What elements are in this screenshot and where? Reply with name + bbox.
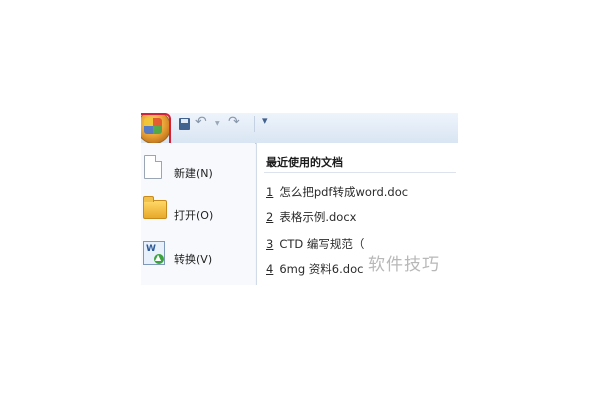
office-window-crop: ↶ ▼ ↷ ▾ 新建(N) 打开(O) W 转换(V) 最近使用的文档 1怎么把…: [141, 113, 458, 285]
save-icon[interactable]: [179, 118, 190, 130]
convert-icon: W: [143, 241, 165, 265]
up-arrow-icon: [154, 253, 164, 264]
redo-icon[interactable]: ↷: [228, 114, 240, 130]
recent-document-item[interactable]: 2 表格示例.docx: [266, 209, 356, 227]
recent-document-item[interactable]: 1 怎么把pdf转成word.doc: [266, 184, 408, 202]
menu-item-label: 转换(V): [174, 253, 213, 266]
menu-item-label: 打开(O): [174, 209, 214, 222]
undo-icon[interactable]: ↶: [195, 114, 207, 130]
divider: [264, 172, 456, 173]
menu-item-label: 新建(N): [174, 167, 213, 180]
quick-access-toolbar: ↶ ▼ ↷ ▾: [141, 113, 458, 150]
open-folder-icon: [143, 196, 167, 219]
toolbar-separator: [254, 116, 255, 132]
watermark: 软件技巧: [364, 245, 458, 285]
undo-dropdown-icon[interactable]: ▼: [215, 120, 220, 127]
recent-document-item[interactable]: 4 6mg 资料6.doc: [266, 261, 363, 279]
menu-item-open[interactable]: 打开(O): [141, 195, 255, 235]
recent-documents-title: 最近使用的文档: [266, 156, 343, 169]
menu-item-convert[interactable]: W 转换(V): [141, 239, 255, 279]
customize-toolbar-button[interactable]: ▾: [262, 114, 268, 127]
recent-document-item[interactable]: 3 CTD 编写规范（: [266, 236, 364, 254]
office-menu-commands: 新建(N) 打开(O) W 转换(V): [141, 143, 255, 285]
watermark-text: 软件技巧: [368, 255, 440, 275]
new-document-icon: [144, 155, 162, 179]
menu-item-new[interactable]: 新建(N): [141, 153, 255, 193]
